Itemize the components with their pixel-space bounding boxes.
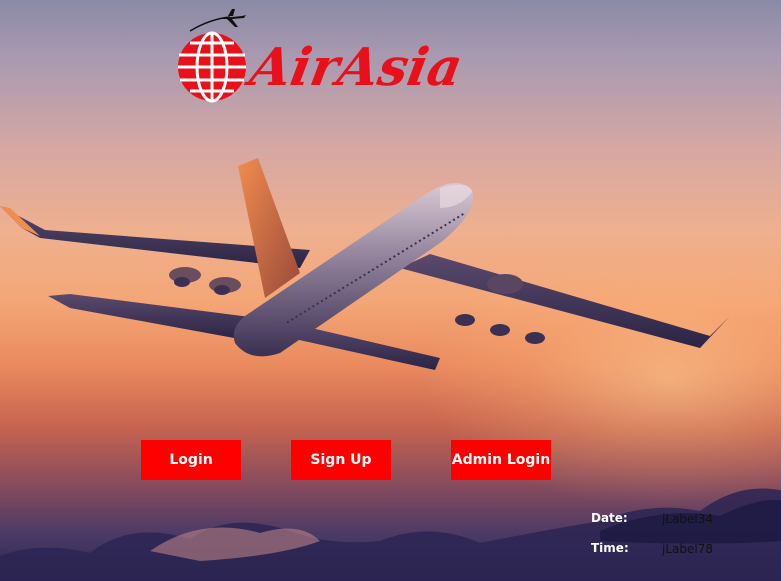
time-label: Time: <box>591 541 629 555</box>
admin-login-button[interactable]: Admin Login <box>451 440 551 480</box>
signup-button[interactable]: Sign Up <box>291 440 391 480</box>
time-value: jLabel78 <box>662 542 713 556</box>
airasia-logo: AirAsia <box>178 9 467 103</box>
airplane-image <box>0 158 730 370</box>
date-value: jLabel34 <box>662 512 713 526</box>
globe-icon <box>178 31 246 103</box>
airplane-icon <box>189 9 246 32</box>
login-button[interactable]: Login <box>141 440 241 480</box>
main-window: AirAsia Login Sign Up Admin Login Date: … <box>0 0 784 581</box>
brand-wordmark: AirAsia <box>241 37 467 98</box>
date-label: Date: <box>591 511 628 525</box>
